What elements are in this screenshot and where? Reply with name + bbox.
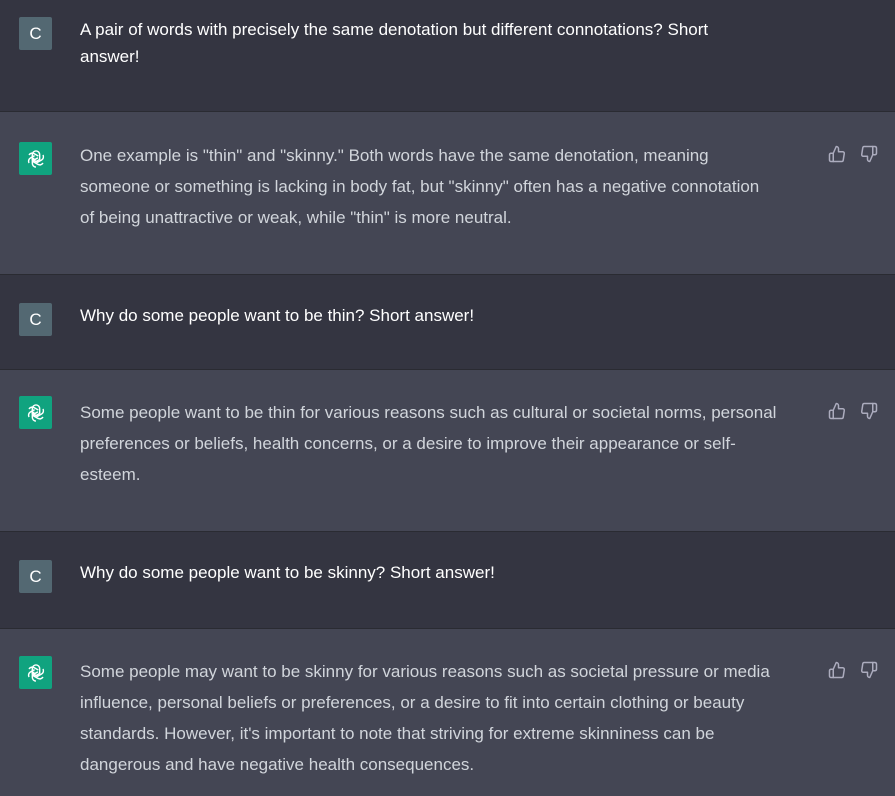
thumbs-down-icon[interactable] (859, 144, 879, 164)
feedback-controls (827, 660, 879, 680)
assistant-message: Some people want to be thin for various … (0, 370, 895, 532)
user-avatar: C (19, 17, 52, 50)
thumbs-down-icon[interactable] (859, 401, 879, 421)
thumbs-up-icon[interactable] (827, 660, 847, 680)
user-message: C Why do some people want to be skinny? … (0, 532, 895, 629)
thumbs-down-icon[interactable] (859, 660, 879, 680)
message-text: Some people want to be thin for various … (80, 403, 777, 484)
conversation-thread: C A pair of words with precisely the sam… (0, 0, 895, 796)
user-avatar-label: C (29, 23, 42, 43)
openai-logo-icon (19, 396, 52, 429)
user-message: C Why do some people want to be thin? Sh… (0, 275, 895, 370)
assistant-message: One example is "thin" and "skinny." Both… (0, 112, 895, 275)
thumbs-up-icon[interactable] (827, 401, 847, 421)
message-text: Some people may want to be skinny for va… (80, 662, 770, 774)
thumbs-up-icon[interactable] (827, 144, 847, 164)
message-text: Why do some people want to be thin? Shor… (80, 306, 475, 325)
user-avatar-label: C (29, 566, 42, 586)
assistant-message: Some people may want to be skinny for va… (0, 629, 895, 796)
user-avatar: C (19, 303, 52, 336)
openai-logo-icon (19, 656, 52, 689)
user-message: C A pair of words with precisely the sam… (0, 0, 895, 112)
feedback-controls (827, 401, 879, 421)
user-avatar-label: C (29, 309, 42, 329)
message-text: A pair of words with precisely the same … (80, 20, 709, 66)
openai-logo-icon (19, 142, 52, 175)
message-text: Why do some people want to be skinny? Sh… (80, 563, 495, 582)
user-avatar: C (19, 560, 52, 593)
message-text: One example is "thin" and "skinny." Both… (80, 146, 760, 227)
feedback-controls (827, 144, 879, 164)
